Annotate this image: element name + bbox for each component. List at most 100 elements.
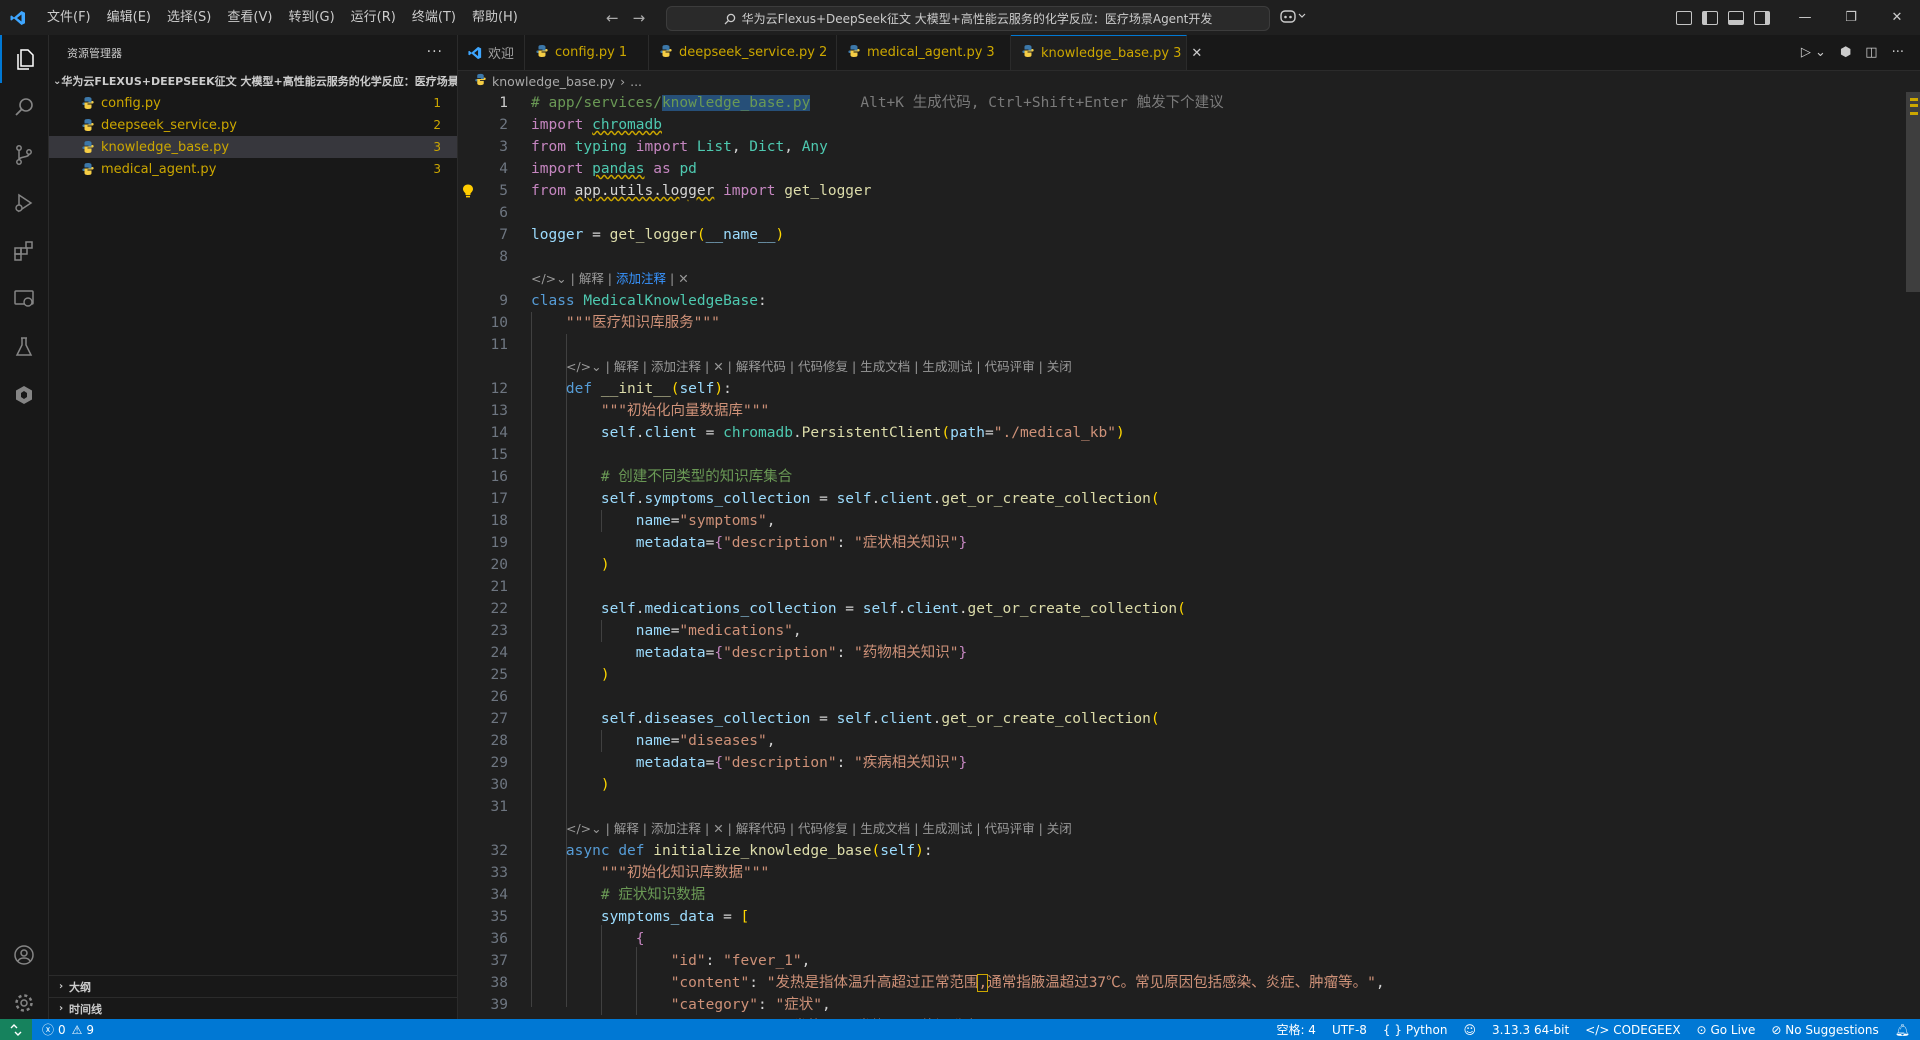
file-item-medical-agent[interactable]: medical_agent.py 3 — [49, 158, 457, 180]
lens-explain-code[interactable]: 解释代码 — [736, 359, 786, 374]
go-live-button[interactable]: ⊙ Go Live — [1697, 1023, 1756, 1037]
lens-add-comment[interactable]: 添加注释 — [651, 821, 701, 836]
menu-help[interactable]: 帮助(H) — [464, 0, 526, 35]
lens-close[interactable]: 关闭 — [1047, 821, 1072, 836]
chevron-right-icon: › — [58, 1003, 64, 1014]
tab-deepseek-service[interactable]: deepseek_service.py 2 — [649, 35, 838, 70]
run-debug-icon[interactable] — [0, 179, 48, 227]
forward-arrow-icon[interactable]: → — [633, 9, 646, 27]
remote-indicator-icon[interactable] — [0, 1019, 32, 1040]
search-icon[interactable] — [0, 83, 48, 131]
file-item-knowledge-base[interactable]: knowledge_base.py 3 — [49, 136, 457, 158]
tab-medical-agent[interactable]: medical_agent.py 3 — [837, 35, 1012, 70]
encoding-status[interactable]: UTF-8 — [1332, 1023, 1367, 1037]
close-icon[interactable]: ✕ — [1191, 46, 1202, 61]
lens-fix-code[interactable]: 代码修复 — [798, 821, 848, 836]
line-number: 11 — [490, 337, 508, 353]
code-editor[interactable]: 1 # app/services/knowledge_base.py Alt+K 生… — [458, 92, 1920, 1019]
breadcrumb-symbols[interactable]: ... — [630, 74, 642, 89]
line-number: 26 — [490, 689, 508, 705]
codegeex-status[interactable]: </> CODEGEEX — [1585, 1023, 1680, 1037]
lens-explain[interactable]: 解释 — [614, 821, 639, 836]
lens-add-comment[interactable]: 添加注释 — [651, 359, 701, 374]
menu-run[interactable]: 运行(R) — [343, 0, 404, 35]
copilot-status-icon[interactable]: ☺ — [1463, 1023, 1476, 1037]
file-item-deepseek-service[interactable]: deepseek_service.py 2 — [49, 114, 457, 136]
lens-add-comment[interactable]: 添加注释 — [616, 271, 666, 286]
customize-layout-icon[interactable] — [1676, 10, 1692, 25]
breadcrumb-file[interactable]: knowledge_base.py — [492, 74, 615, 89]
line-number: 7 — [499, 227, 508, 243]
lens-explain-code[interactable]: 解释代码 — [736, 821, 786, 836]
remote-explorer-icon[interactable] — [0, 275, 48, 323]
tab-welcome[interactable]: 欢迎 — [458, 35, 526, 70]
lens-generate-docs[interactable]: 生成文档 — [860, 821, 910, 836]
toggle-primary-sidebar-icon[interactable] — [1702, 10, 1718, 25]
breadcrumb: knowledge_base.py › ... — [458, 70, 1920, 92]
command-center-search[interactable]: 华为云Flexus+DeepSeek征文 大模型+高性能云服务的化学反应：医疗场… — [666, 6, 1270, 31]
menu-view[interactable]: 查看(V) — [219, 0, 280, 35]
lens-close[interactable]: 关闭 — [1047, 359, 1072, 374]
problems-indicator[interactable]: ⓧ 0 ⚠ 9 — [32, 1021, 94, 1038]
file-name: medical_agent.py — [101, 161, 217, 177]
timeline-label: 时间线 — [69, 1002, 102, 1016]
explorer-icon[interactable] — [0, 35, 48, 83]
line-number: 28 — [490, 733, 508, 749]
timeline-section[interactable]: › 时间线 — [49, 997, 457, 1019]
copilot-icon[interactable] — [1280, 8, 1306, 28]
notifications-bell-icon[interactable]: 🔔︎ — [1895, 1023, 1910, 1037]
extensions-icon[interactable] — [0, 227, 48, 275]
file-item-config[interactable]: config.py 1 — [49, 92, 457, 114]
lens-generate-docs[interactable]: 生成文档 — [860, 359, 910, 374]
language-mode[interactable]: { } Python — [1383, 1023, 1448, 1037]
menu-bar: 文件(F) 编辑(E) 选择(S) 查看(V) 转到(G) 运行(R) 终端(T… — [39, 0, 526, 35]
close-icon[interactable]: ✕ — [678, 271, 688, 286]
suggestions-status[interactable]: ⊘ No Suggestions — [1771, 1023, 1878, 1037]
code-line: import pandas as pd — [531, 161, 697, 177]
tab-knowledge-base[interactable]: knowledge_base.py 3 ✕ — [1011, 35, 1202, 70]
close-icon[interactable]: ✕ — [713, 359, 723, 374]
restore-button[interactable]: ❐ — [1828, 0, 1874, 35]
toggle-secondary-sidebar-icon[interactable] — [1754, 10, 1770, 25]
account-icon[interactable] — [0, 931, 48, 979]
codegeex-action-icon[interactable]: ⬢ — [1840, 45, 1851, 60]
split-editor-icon[interactable]: ◫ — [1865, 45, 1877, 60]
codegeex-icon: </>⌄ — [531, 271, 567, 286]
code-line: def __init__(self): — [565, 381, 732, 397]
back-arrow-icon[interactable]: ← — [606, 9, 619, 27]
workspace-folder[interactable]: ⌄ 华为云FLEXUS+DEEPSEEK征文 大模型+高性能云服务的化学反应：医… — [49, 70, 457, 92]
source-control-icon[interactable] — [0, 131, 48, 179]
line-number: 20 — [490, 557, 508, 573]
menu-file[interactable]: 文件(F) — [39, 0, 99, 35]
lens-explain[interactable]: 解释 — [579, 271, 604, 286]
editor-scrollbar[interactable] — [1906, 92, 1920, 1019]
testing-icon[interactable] — [0, 323, 48, 371]
menu-selection[interactable]: 选择(S) — [159, 0, 219, 35]
menu-edit[interactable]: 编辑(E) — [99, 0, 159, 35]
indentation-status[interactable]: 空格: 4 — [1276, 1021, 1316, 1038]
toggle-panel-icon[interactable] — [1728, 10, 1744, 25]
menu-terminal[interactable]: 终端(T) — [404, 0, 464, 35]
close-icon[interactable]: ✕ — [713, 821, 723, 836]
close-window-button[interactable]: ✕ — [1874, 0, 1920, 35]
lens-fix-code[interactable]: 代码修复 — [798, 359, 848, 374]
more-actions-icon[interactable]: ··· — [427, 44, 443, 60]
menu-go[interactable]: 转到(G) — [280, 0, 342, 35]
lens-generate-tests[interactable]: 生成测试 — [922, 359, 972, 374]
lens-code-review[interactable]: 代码评审 — [985, 359, 1035, 374]
lens-generate-tests[interactable]: 生成测试 — [922, 821, 972, 836]
lens-code-review[interactable]: 代码评审 — [985, 821, 1035, 836]
run-python-file-icon[interactable]: ▷ ⌄ — [1801, 45, 1826, 60]
code-line: async def initialize_knowledge_base(self… — [565, 843, 933, 859]
more-actions-icon[interactable]: ··· — [1892, 45, 1904, 60]
outline-section[interactable]: › 大纲 — [49, 975, 457, 997]
scrollbar-thumb[interactable] — [1906, 92, 1920, 292]
line-number: 29 — [490, 755, 508, 771]
lens-explain[interactable]: 解释 — [614, 359, 639, 374]
codegeex-icon[interactable] — [0, 371, 48, 419]
code-line: self.diseases_collection = self.client.g… — [600, 711, 1160, 727]
tab-config[interactable]: config.py 1 — [525, 35, 650, 70]
minimize-button[interactable]: — — [1782, 0, 1828, 35]
python-interpreter[interactable]: 3.13.3 64-bit — [1492, 1023, 1569, 1037]
tab-label: deepseek_service.py — [679, 45, 815, 60]
